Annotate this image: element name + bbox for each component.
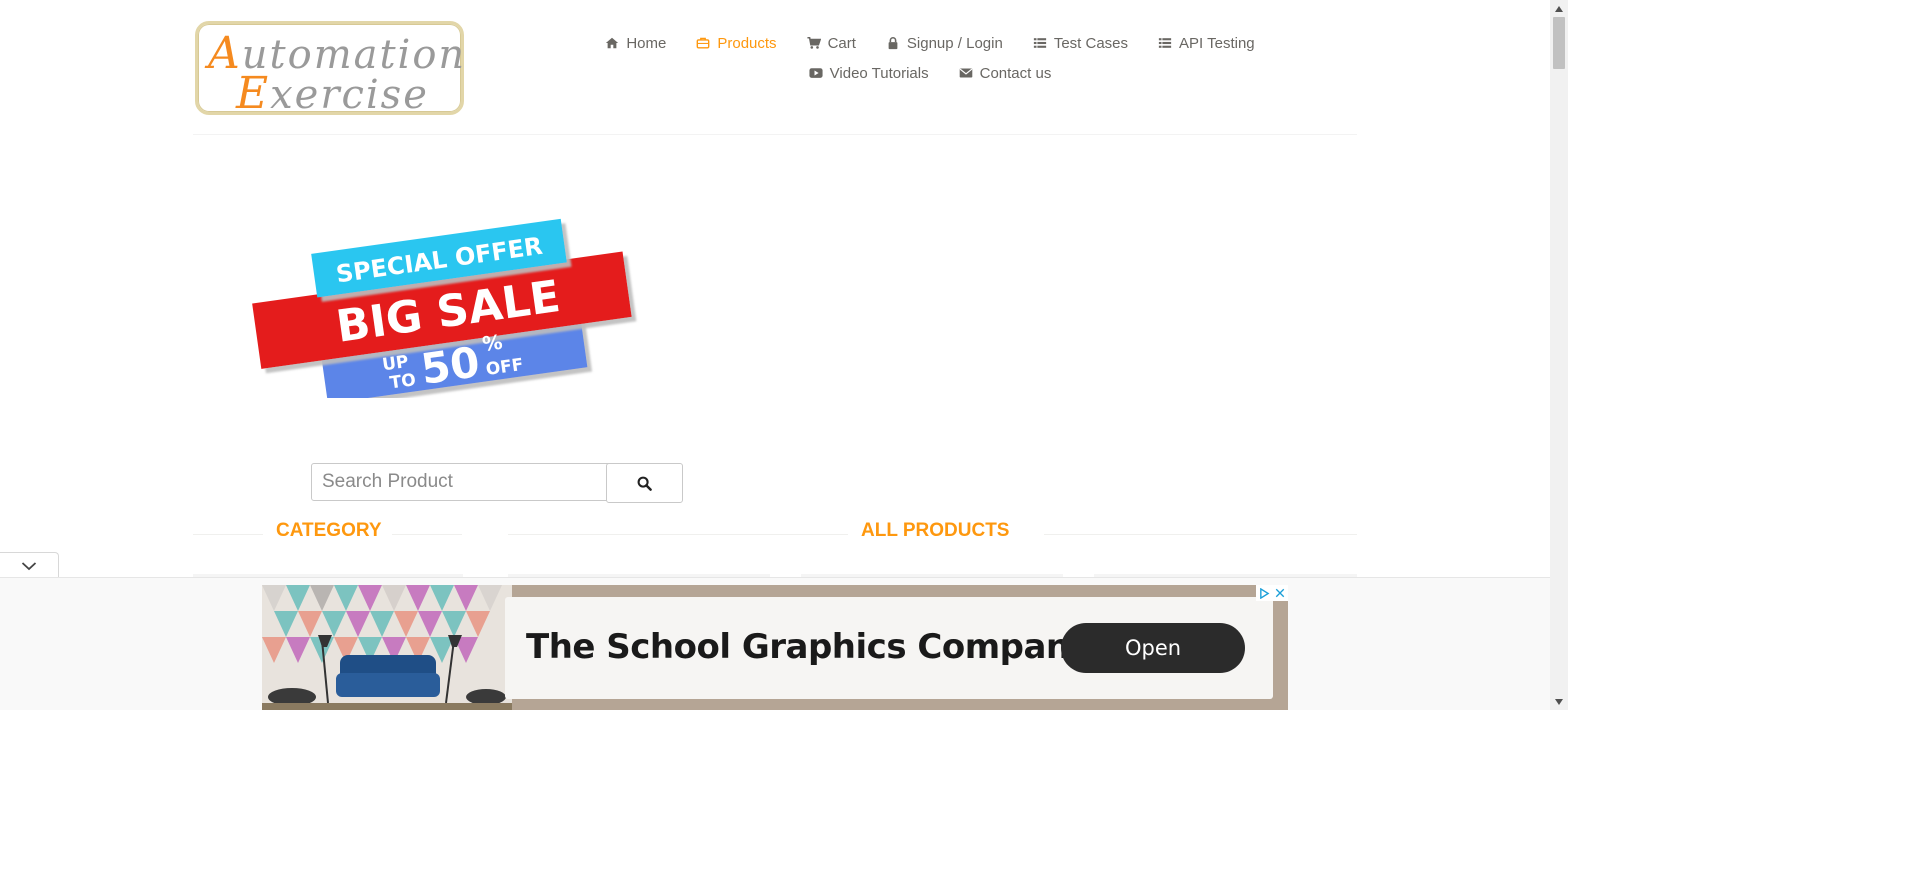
category-rule-right	[392, 534, 462, 535]
main-navigation: Home Products Cart Signup / Login Test C…	[560, 28, 1300, 88]
chevron-down-icon	[21, 562, 37, 571]
logo-line-2: Exercise	[236, 68, 429, 119]
products-rule-left	[508, 534, 848, 535]
banner-amount: 50	[418, 337, 483, 394]
briefcase-icon	[696, 37, 710, 49]
close-icon[interactable]	[1275, 588, 1285, 598]
triangle-up-icon	[1555, 5, 1563, 12]
site-logo[interactable]: Automation Exercise	[195, 21, 464, 119]
search-icon	[637, 476, 652, 491]
banner-to: TO	[389, 370, 418, 393]
nav-item-contact-us[interactable]: Contact us	[959, 64, 1052, 82]
scroll-down-arrow[interactable]	[1550, 693, 1568, 710]
scroll-thumb[interactable]	[1553, 17, 1565, 69]
sale-banner: SPECIAL OFFER BIG SALE UP TO 50 % OFF	[252, 218, 632, 398]
nav-label-products: Products	[717, 34, 777, 52]
nav-row-2: Video Tutorials Contact us	[560, 58, 1300, 88]
nav-row-1: Home Products Cart Signup / Login Test C…	[560, 28, 1300, 58]
ad-headline[interactable]: The School Graphics Company	[526, 627, 1092, 667]
nav-label-cart: Cart	[827, 34, 856, 52]
nav-item-api-testing[interactable]: API Testing	[1158, 35, 1255, 52]
category-rule-left	[193, 534, 263, 535]
nav-item-test-cases[interactable]: Test Cases	[1033, 35, 1128, 52]
nav-label-home: Home	[626, 34, 667, 52]
nav-item-video-tutorials[interactable]: Video Tutorials	[809, 65, 929, 82]
page-scrollbar[interactable]	[1550, 0, 1568, 710]
search-button[interactable]	[606, 463, 683, 503]
lock-icon	[888, 37, 898, 50]
list-icon	[1033, 38, 1046, 48]
ad-open-button[interactable]: Open	[1061, 623, 1245, 673]
header-divider	[193, 134, 1357, 135]
adchoices-icon[interactable]	[1259, 587, 1270, 599]
home-icon	[606, 37, 619, 49]
search-input[interactable]	[311, 463, 609, 501]
nav-label-signup-login: Signup / Login	[906, 34, 1003, 52]
list-icon	[1158, 38, 1172, 48]
all-products-heading: ALL PRODUCTS	[861, 520, 1010, 541]
ad-collapse-tab[interactable]	[0, 552, 59, 579]
advertisement[interactable]: The School Graphics Company Open	[262, 585, 1288, 710]
product-search	[311, 463, 683, 503]
envelope-icon	[959, 68, 972, 78]
nav-item-home[interactable]: Home	[605, 35, 666, 52]
nav-label-test-cases: Test Cases	[1053, 34, 1129, 52]
ad-card: The School Graphics Company Open	[505, 597, 1273, 699]
nav-item-products[interactable]: Products	[696, 34, 777, 52]
page: Automation Exercise Home Products Cart S…	[0, 0, 1568, 710]
nav-label-api-testing: API Testing	[1179, 34, 1255, 52]
nav-item-cart[interactable]: Cart	[807, 35, 856, 52]
cart-icon	[807, 36, 821, 49]
scroll-up-arrow[interactable]	[1550, 0, 1568, 17]
nav-item-signup-login[interactable]: Signup / Login	[886, 35, 1003, 52]
triangle-down-icon	[1555, 698, 1563, 705]
nav-label-video-tutorials: Video Tutorials	[829, 64, 929, 82]
banner-percent: %	[481, 330, 504, 357]
ad-choices[interactable]	[1256, 585, 1288, 601]
ad-room-image	[262, 585, 512, 710]
youtube-play-icon	[809, 68, 823, 78]
nav-label-contact-us: Contact us	[979, 64, 1052, 82]
products-rule-right	[1044, 534, 1357, 535]
category-heading: CATEGORY	[276, 520, 382, 541]
